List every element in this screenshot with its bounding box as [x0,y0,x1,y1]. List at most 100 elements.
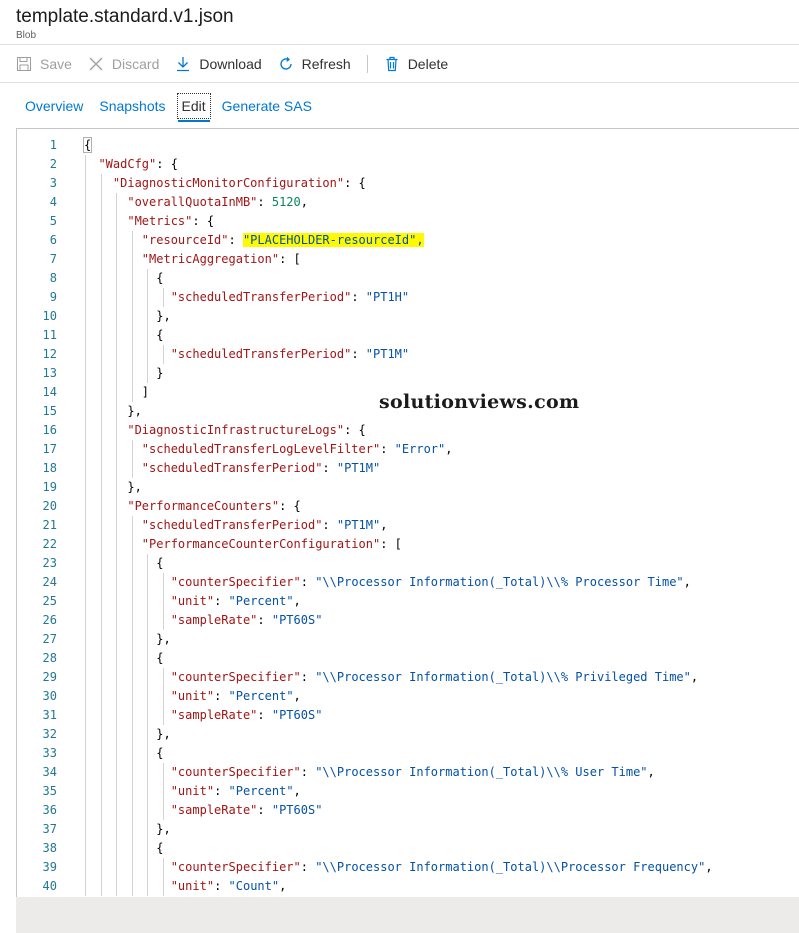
indent-guide [116,402,118,421]
horizontal-scrollbar[interactable] [16,897,799,933]
code-line[interactable]: 35 "unit": "Percent", [17,782,799,801]
code-line[interactable]: 29 "counterSpecifier": "\\Processor Info… [17,668,799,687]
tab-generate-sas[interactable]: Generate SAS [214,90,320,122]
line-number: 5 [49,214,57,228]
indent-guide [131,516,133,535]
delete-label: Delete [407,56,449,72]
line-number: 21 [42,518,57,532]
save-icon [17,57,31,71]
refresh-button[interactable]: Refresh [278,52,351,76]
line-number: 27 [42,632,57,646]
code-token: "PT60S" [271,803,323,817]
code-text: { [84,326,163,345]
code-token: "PerformanceCounterConfiguration" [141,537,381,551]
discard-label: Discard [111,56,160,72]
code-line[interactable]: 3 "DiagnosticMonitorConfiguration": { [17,174,799,193]
tab-snapshots[interactable]: Snapshots [91,90,173,122]
code-line[interactable]: 23 { [17,554,799,573]
indent-guide [100,364,102,383]
code-line[interactable]: 26 "sampleRate": "PT60S" [17,611,799,630]
indent-guide [116,630,118,649]
code-text: } [84,364,163,383]
code-line[interactable]: 34 "counterSpecifier": "\\Processor Info… [17,763,799,782]
code-line[interactable]: 12 "scheduledTransferPeriod": "PT1M" [17,345,799,364]
code-line[interactable]: 18 "scheduledTransferPeriod": "PT1M" [17,459,799,478]
discard-button[interactable]: Discard [88,52,159,76]
code-line[interactable]: 5 "Metrics": { [17,212,799,231]
code-line[interactable]: 37 }, [17,820,799,839]
code-line[interactable]: 20 "PerformanceCounters": { [17,497,799,516]
indent-guide [85,231,86,250]
indent-guide [85,858,86,877]
code-line[interactable]: 4 "overallQuotaInMB": 5120, [17,193,799,212]
code-line[interactable]: 9 "scheduledTransferPeriod": "PT1H" [17,288,799,307]
code-token: : { [344,423,366,437]
code-line[interactable]: 7 "MetricAggregation": [ [17,250,799,269]
save-button[interactable]: Save [16,52,72,76]
code-line[interactable]: 11 { [17,326,799,345]
code-text: "overallQuotaInMB": 5120, [84,193,308,212]
indent-guide [147,573,149,592]
code-line[interactable]: 33 { [17,744,799,763]
indent-guide [116,307,118,326]
code-line[interactable]: 19 }, [17,478,799,497]
code-line[interactable]: 36 "sampleRate": "PT60S" [17,801,799,820]
code-line[interactable]: 21 "scheduledTransferPeriod": "PT1M", [17,516,799,535]
indent-guide [85,611,86,630]
line-number: 31 [42,708,57,722]
code-line[interactable]: 1{ [17,136,799,155]
code-token: "unit" [170,689,215,703]
indent-guide [100,478,102,497]
indent-guide [131,307,133,326]
indent-guide [116,725,118,744]
indent-guide [100,744,102,763]
code-line[interactable]: 28 { [17,649,799,668]
line-number: 25 [42,594,57,608]
indent-guide [131,364,133,383]
indent-guide [85,212,86,231]
indent-guide [131,801,133,820]
code-text: }, [84,307,170,326]
code-line[interactable]: 38 { [17,839,799,858]
code-line[interactable]: 30 "unit": "Percent", [17,687,799,706]
code-line[interactable]: 31 "sampleRate": "PT60S" [17,706,799,725]
indent-guide [116,516,118,535]
code-token: "PerformanceCounters" [127,499,280,513]
indent-guide [147,782,149,801]
line-number: 15 [42,404,57,418]
code-line[interactable]: 6 "resourceId": "PLACEHOLDER-resourceId"… [17,231,799,250]
indent-guide [85,782,86,801]
delete-button[interactable]: Delete [384,52,448,76]
indent-guide [131,649,133,668]
indent-guide [116,497,118,516]
indent-guide [147,364,149,383]
code-line[interactable]: 22 "PerformanceCounterConfiguration": [ [17,535,799,554]
download-button[interactable]: Download [175,52,262,76]
code-line[interactable]: 24 "counterSpecifier": "\\Processor Info… [17,573,799,592]
tab-edit[interactable]: Edit [174,90,214,122]
code-line[interactable]: 2 "WadCfg": { [17,155,799,174]
code-line[interactable]: 16 "DiagnosticInfrastructureLogs": { [17,421,799,440]
code-token: , [705,860,713,874]
indent-guide [100,839,102,858]
code-line[interactable]: 10 }, [17,307,799,326]
code-line[interactable]: 8 { [17,269,799,288]
code-line[interactable]: 13 } [17,364,799,383]
code-line[interactable]: 27 }, [17,630,799,649]
indent-guide [131,535,133,554]
code-token: : [257,195,272,209]
code-editor[interactable]: 1{2 "WadCfg": {3 "DiagnosticMonitorConfi… [16,128,799,897]
code-line[interactable]: 32 }, [17,725,799,744]
code-line[interactable]: 40 "unit": "Count", [17,877,799,896]
code-line[interactable]: 39 "counterSpecifier": "\\Processor Info… [17,858,799,877]
tab-overview[interactable]: Overview [16,90,91,122]
code-line[interactable]: 17 "scheduledTransferLogLevelFilter": "E… [17,440,799,459]
code-line[interactable]: 25 "unit": "Percent", [17,592,799,611]
indent-guide [100,231,102,250]
indent-guide [116,193,118,212]
